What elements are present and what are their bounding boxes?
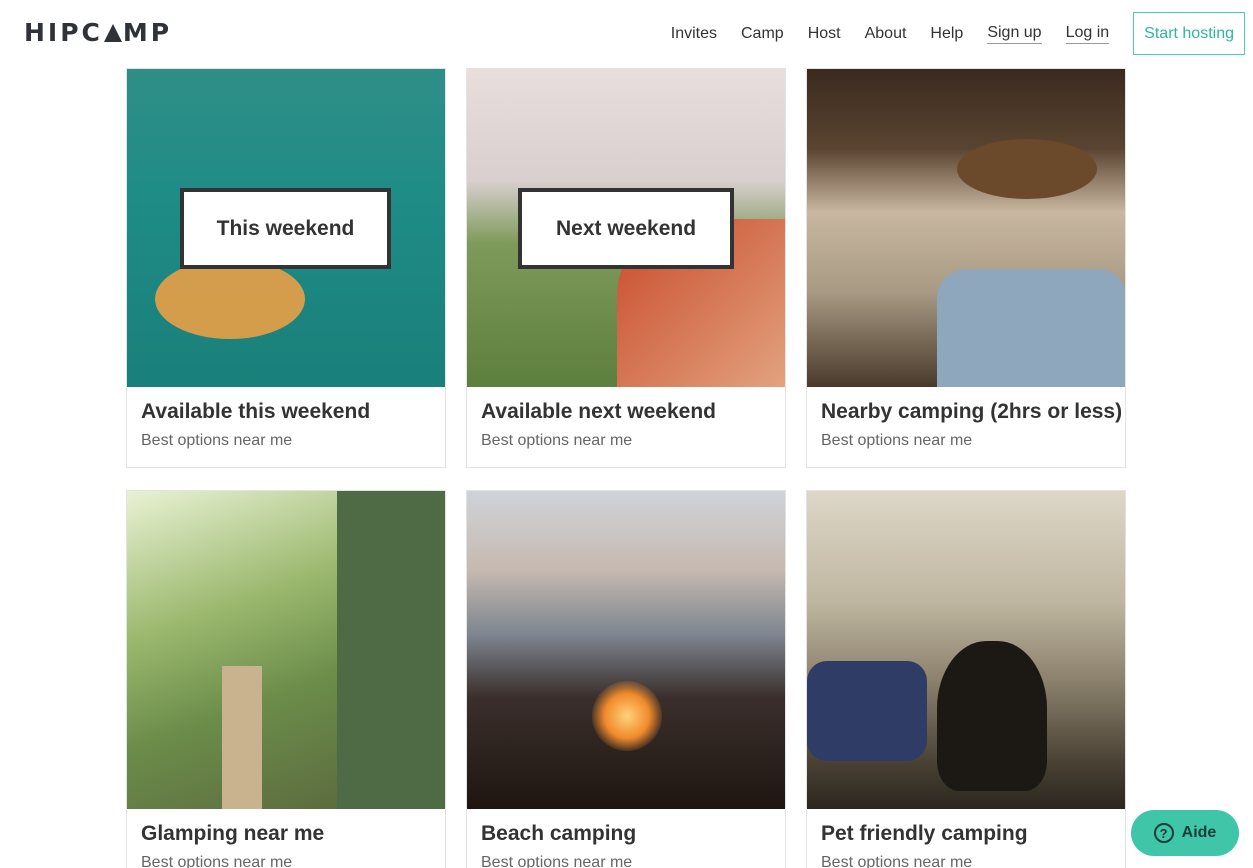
card-title[interactable]: Available this weekend bbox=[141, 400, 431, 424]
card-subtitle: Best options near me bbox=[821, 432, 973, 449]
card-body: Available next weekend Best options near… bbox=[467, 387, 785, 467]
hipcamp-logo[interactable]: HIPC MP bbox=[24, 18, 172, 47]
collection-card[interactable]: Glamping near me Best options near me bbox=[126, 490, 446, 868]
overlay-this-weekend[interactable]: This weekend bbox=[180, 188, 391, 269]
nav-camp[interactable]: Camp bbox=[741, 25, 784, 43]
card-subtitle: Best options near me bbox=[821, 854, 973, 868]
card-body: Beach camping Best options near me bbox=[467, 809, 785, 868]
card-body: Glamping near me Best options near me bbox=[127, 809, 445, 868]
shirt-shape bbox=[937, 269, 1125, 387]
collection-card[interactable]: Pet friendly camping Best options near m… bbox=[806, 490, 1126, 868]
nav-sign-up[interactable]: Sign up bbox=[987, 24, 1042, 44]
card-title[interactable]: Beach camping bbox=[481, 822, 771, 846]
card-photo-desert-drive[interactable] bbox=[807, 69, 1125, 387]
hat-shape bbox=[957, 139, 1097, 199]
nav-help[interactable]: Help bbox=[930, 25, 963, 43]
card-body: Available this weekend Best options near… bbox=[127, 387, 445, 467]
card-photo-beach-fire[interactable] bbox=[467, 491, 785, 809]
campfire-shape bbox=[592, 681, 662, 751]
card-photo-lake-float[interactable]: This weekend bbox=[127, 69, 445, 387]
card-subtitle: Best options near me bbox=[141, 432, 293, 449]
cabin-wall-shape bbox=[337, 491, 445, 809]
collection-card[interactable]: Next weekend Available next weekend Best… bbox=[466, 68, 786, 468]
sleeping-bag-shape bbox=[807, 661, 927, 761]
main-nav: Invites Camp Host About Help Sign up Log… bbox=[671, 12, 1245, 55]
collection-card[interactable]: This weekend Available this weekend Best… bbox=[126, 68, 446, 468]
nav-invites[interactable]: Invites bbox=[671, 25, 717, 43]
card-subtitle: Best options near me bbox=[481, 854, 633, 868]
help-label: Aide bbox=[1181, 824, 1217, 841]
dog-shape bbox=[937, 641, 1047, 791]
card-photo-meadow[interactable]: Next weekend bbox=[467, 69, 785, 387]
card-body: Pet friendly camping Best options near m… bbox=[807, 809, 1125, 868]
railing-shape bbox=[222, 666, 262, 809]
card-title[interactable]: Available next weekend bbox=[481, 400, 771, 424]
question-icon: ? bbox=[1153, 823, 1174, 843]
card-title[interactable]: Pet friendly camping bbox=[821, 822, 1111, 846]
nav-about[interactable]: About bbox=[865, 25, 907, 43]
start-hosting-button[interactable]: Start hosting bbox=[1133, 12, 1245, 55]
overlay-next-weekend[interactable]: Next weekend bbox=[518, 188, 734, 269]
card-title[interactable]: Nearby camping (2hrs or less) bbox=[821, 400, 1122, 424]
card-subtitle: Best options near me bbox=[481, 432, 633, 449]
float-shape bbox=[155, 259, 305, 339]
collection-card[interactable]: Nearby camping (2hrs or less) Best optio… bbox=[806, 68, 1126, 468]
card-photo-dog-tent[interactable] bbox=[807, 491, 1125, 809]
help-button[interactable]: ? Aide bbox=[1131, 810, 1239, 856]
nav-host[interactable]: Host bbox=[808, 25, 841, 43]
mountain-icon bbox=[103, 24, 122, 42]
card-title[interactable]: Glamping near me bbox=[141, 822, 431, 846]
collection-card[interactable]: Beach camping Best options near me bbox=[466, 490, 786, 868]
card-body: Nearby camping (2hrs or less) Best optio… bbox=[807, 387, 1125, 467]
site-header: HIPC MP Invites Camp Host About Help Sign… bbox=[0, 0, 1253, 68]
card-subtitle: Best options near me bbox=[141, 854, 293, 868]
nav-log-in[interactable]: Log in bbox=[1065, 24, 1110, 44]
card-photo-glamping-cabin[interactable] bbox=[127, 491, 445, 809]
